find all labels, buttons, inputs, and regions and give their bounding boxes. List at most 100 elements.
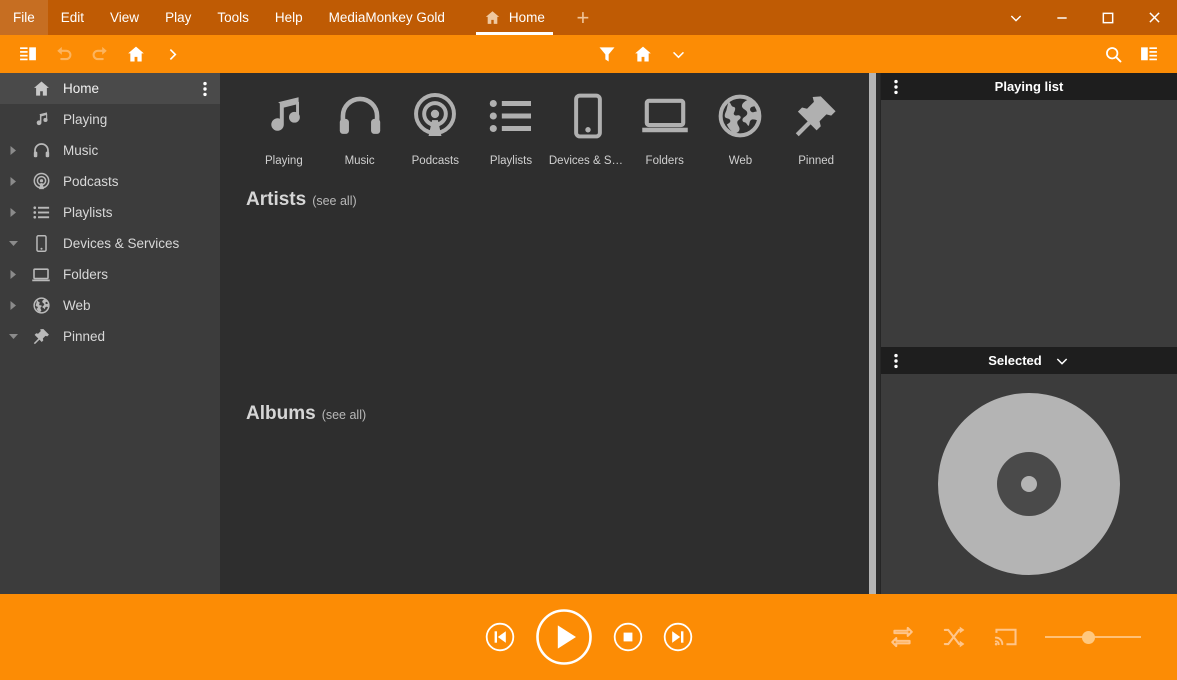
headphones-icon [26,141,56,160]
section-title: Artists [246,189,306,211]
app-body: Home Playing [0,73,1177,594]
titlebar-drag-area [603,0,993,35]
main-scrollbar[interactable] [869,73,876,594]
menu-help[interactable]: Help [262,0,316,35]
chevron-right-icon[interactable] [0,207,26,218]
playing-list-body[interactable] [881,100,1177,347]
shortcut-label: Playing [265,155,303,167]
maximize-icon[interactable] [1085,0,1131,35]
stop-button[interactable] [613,622,643,652]
sidebar-item-playing[interactable]: Playing [0,104,220,135]
right-panels: Playing list Selected [880,73,1177,594]
search-icon[interactable] [1095,38,1131,70]
globe-icon [26,296,56,315]
list-icon [486,87,536,145]
shortcut-devices-and-services[interactable]: Devices & Ser... [549,87,627,167]
sidebar-item-label: Podcasts [56,174,119,189]
home-icon [484,9,501,26]
shortcut-label: Pinned [798,155,834,167]
shuffle-button[interactable] [941,624,967,650]
repeat-button[interactable] [889,624,915,650]
minimize-icon[interactable] [1039,0,1085,35]
next-button[interactable] [663,622,693,652]
chevron-down-icon[interactable] [661,38,697,70]
menu-play[interactable]: Play [152,0,204,35]
undo-icon[interactable] [46,38,82,70]
scrollbar-thumb[interactable] [869,73,876,594]
section-body-artists [220,211,880,381]
layout-toggle-icon[interactable] [1131,38,1167,70]
sidebar-item-podcasts[interactable]: Podcasts [0,166,220,197]
menu-view[interactable]: View [97,0,152,35]
player-bar [0,594,1177,680]
window-controls [993,0,1177,35]
selected-body[interactable] [881,374,1177,594]
shortcut-label: Podcasts [412,155,459,167]
volume-thumb[interactable] [1082,631,1095,644]
home-icon[interactable] [118,38,154,70]
sidebar-item-web[interactable]: Web [0,290,220,321]
sidebar-item-label: Playlists [56,205,113,220]
selected-title-text: Selected [988,353,1041,368]
sidebar-item-home[interactable]: Home [0,73,220,104]
new-tab-button[interactable]: + [563,0,603,35]
chevron-down-icon[interactable] [1054,353,1070,369]
chevron-right-icon[interactable] [0,269,26,280]
close-icon[interactable] [1131,0,1177,35]
chevron-right-icon[interactable] [0,176,26,187]
kebab-menu-icon[interactable] [196,73,214,104]
section-title: Albums [246,403,316,425]
menu-tools[interactable]: Tools [204,0,262,35]
main-content: Playing Music [220,73,880,594]
section-body-albums [220,425,880,594]
cast-button[interactable] [993,624,1019,650]
play-button[interactable] [535,608,593,666]
shortcut-web[interactable]: Web [703,87,779,167]
filter-icon[interactable] [589,38,625,70]
player-options [889,624,1141,650]
playing-list-panel: Playing list [881,73,1177,347]
sidebar-item-label: Playing [56,112,107,127]
section-header-albums: Albums (see all) [220,403,880,425]
pin-icon [791,87,841,145]
chevron-right-icon[interactable] [0,145,26,156]
shortcut-music[interactable]: Music [322,87,398,167]
chevron-right-icon[interactable] [154,38,190,70]
chevron-down-icon[interactable] [993,0,1039,35]
sidebar-item-music[interactable]: Music [0,135,220,166]
sidebar-item-folders[interactable]: Folders [0,259,220,290]
home-icon[interactable] [625,38,661,70]
shortcut-playlists[interactable]: Playlists [473,87,549,167]
shortcut-pinned[interactable]: Pinned [778,87,854,167]
shortcut-folders[interactable]: Folders [627,87,703,167]
redo-icon[interactable] [82,38,118,70]
volume-slider[interactable] [1045,629,1141,645]
sidebar-item-devices-and-services[interactable]: Devices & Services [0,228,220,259]
chevron-right-icon[interactable] [0,300,26,311]
menu-edit[interactable]: Edit [48,0,97,35]
home-icon [26,79,56,98]
mediamonkey-window: File Edit View Play Tools Help MediaMonk… [0,0,1177,680]
chevron-down-icon[interactable] [0,332,26,341]
chevron-down-icon[interactable] [0,239,26,248]
sidebar-item-playlists[interactable]: Playlists [0,197,220,228]
vinyl-record-placeholder-icon [938,393,1120,575]
podcast-icon [410,87,460,145]
sidebar-item-label: Folders [56,267,108,282]
see-all-link-albums[interactable]: (see all) [322,408,366,422]
shortcut-podcasts[interactable]: Podcasts [397,87,473,167]
menu-file[interactable]: File [0,0,48,35]
shortcut-playing[interactable]: Playing [246,87,322,167]
menu-mediamonkey-gold[interactable]: MediaMonkey Gold [316,0,458,35]
selected-panel: Selected [881,347,1177,594]
phone-icon [563,87,613,145]
shortcut-label: Folders [646,155,684,167]
list-icon [26,203,56,222]
pin-icon [26,327,56,346]
tab-label: Home [509,10,545,25]
previous-button[interactable] [485,622,515,652]
sidebar-item-pinned[interactable]: Pinned [0,321,220,352]
tab-home[interactable]: Home [466,0,563,35]
panel-toggle-icon[interactable] [10,38,46,70]
see-all-link-artists[interactable]: (see all) [312,194,356,208]
